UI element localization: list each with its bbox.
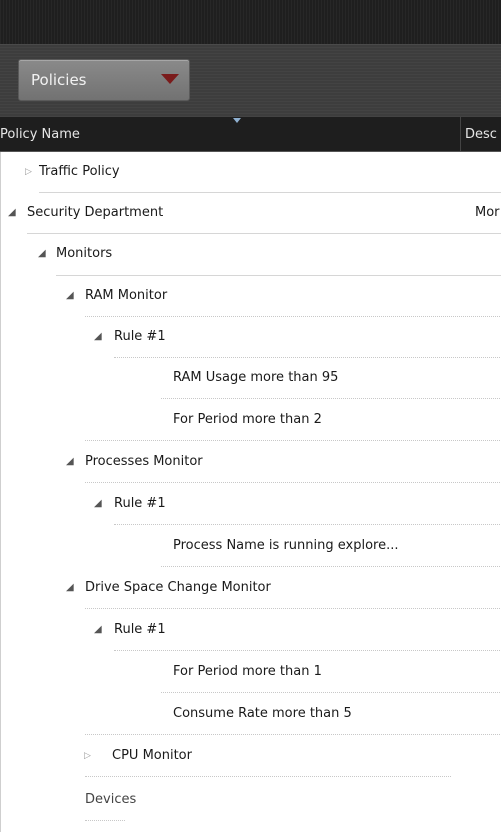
column-header-policy-name-label: Policy Name — [0, 127, 80, 142]
dropdown-arrow-icon[interactable] — [161, 74, 179, 84]
tree-row-label: Process Name is running explore... — [173, 538, 399, 553]
tree-row-drive-space-monitor[interactable]: ◢ Drive Space Change Monitor — [1, 568, 501, 609]
tree-row-ram-monitor[interactable]: ◢ RAM Monitor — [1, 276, 501, 317]
triangle-expanded-icon[interactable]: ◢ — [38, 247, 50, 261]
title-bar — [0, 0, 501, 45]
tree-row-drive-condition-consume-rate[interactable]: Consume Rate more than 5 — [1, 694, 501, 735]
triangle-collapsed-icon[interactable]: ▷ — [25, 165, 37, 179]
tree-row-label: RAM Usage more than 95 — [173, 370, 339, 385]
tree-row-security-department[interactable]: ◢ Security Department Mor — [1, 193, 501, 234]
triangle-expanded-icon[interactable]: ◢ — [66, 289, 78, 303]
tree-row-label: Devices — [85, 792, 137, 807]
view-selector-value: Policies — [31, 71, 87, 89]
row-divider — [85, 608, 501, 609]
triangle-expanded-icon[interactable]: ◢ — [94, 623, 106, 637]
row-divider — [161, 566, 501, 567]
tree-row-label: For Period more than 1 — [173, 664, 322, 679]
tree-row-label: Processes Monitor — [85, 454, 203, 469]
row-divider — [85, 776, 451, 777]
column-header-policy-name[interactable]: Policy Name — [0, 117, 461, 151]
column-header-description[interactable]: Desc — [461, 117, 501, 151]
policy-tree: ▷ Traffic Policy ◢ Security Department M… — [0, 152, 501, 832]
tree-row-traffic-policy[interactable]: ▷ Traffic Policy — [1, 152, 501, 193]
tree-row-ram-condition-usage[interactable]: RAM Usage more than 95 — [1, 358, 501, 399]
sort-indicator-icon — [233, 118, 241, 123]
triangle-expanded-icon[interactable]: ◢ — [94, 497, 106, 511]
row-divider — [114, 524, 501, 525]
row-divider — [85, 440, 501, 441]
tree-row-label: Rule #1 — [114, 329, 166, 344]
tree-row-label: Rule #1 — [114, 622, 166, 637]
tree-row-ram-rule[interactable]: ◢ Rule #1 — [1, 317, 501, 358]
tree-row-label: Consume Rate more than 5 — [173, 706, 352, 721]
triangle-expanded-icon[interactable]: ◢ — [66, 581, 78, 595]
triangle-expanded-icon[interactable]: ◢ — [66, 455, 78, 469]
tree-row-label: Security Department — [27, 205, 164, 220]
triangle-expanded-icon[interactable]: ◢ — [94, 330, 106, 344]
tree-row-label: RAM Monitor — [85, 288, 168, 303]
tree-row-label: Rule #1 — [114, 496, 166, 511]
tree-row-label: Drive Space Change Monitor — [85, 580, 271, 595]
policies-window: Policies Policy Name Desc ▷ Traffic Poli… — [0, 0, 501, 832]
row-divider — [161, 398, 501, 399]
tree-row-drive-rule[interactable]: ◢ Rule #1 — [1, 610, 501, 651]
tree-row-devices[interactable]: Devices — [1, 780, 501, 821]
row-divider — [85, 734, 501, 735]
row-divider — [114, 650, 501, 651]
tree-row-processes-rule[interactable]: ◢ Rule #1 — [1, 484, 501, 525]
tree-row-drive-condition-period[interactable]: For Period more than 1 — [1, 652, 501, 693]
row-divider — [161, 692, 501, 693]
tree-row-process-condition-name[interactable]: Process Name is running explore... — [1, 526, 501, 567]
tree-row-label: For Period more than 2 — [173, 412, 322, 427]
tree-row-ram-condition-period[interactable]: For Period more than 2 — [1, 400, 501, 441]
tree-row-description: Mor — [475, 205, 500, 220]
row-divider — [85, 820, 125, 821]
view-selector-dropdown[interactable]: Policies — [18, 59, 190, 101]
triangle-expanded-icon[interactable]: ◢ — [8, 206, 20, 220]
tree-row-label: Traffic Policy — [39, 164, 120, 179]
grid-header: Policy Name Desc — [0, 117, 501, 152]
column-header-description-label: Desc — [465, 127, 497, 142]
tree-row-monitors[interactable]: ◢ Monitors — [1, 234, 501, 275]
tree-row-processes-monitor[interactable]: ◢ Processes Monitor — [1, 442, 501, 483]
tree-row-cpu-monitor[interactable]: ▷ CPU Monitor — [1, 736, 501, 777]
row-divider — [85, 482, 501, 483]
tree-row-label: CPU Monitor — [112, 748, 192, 763]
triangle-collapsed-icon[interactable]: ▷ — [84, 749, 96, 763]
tree-row-label: Monitors — [56, 246, 113, 261]
